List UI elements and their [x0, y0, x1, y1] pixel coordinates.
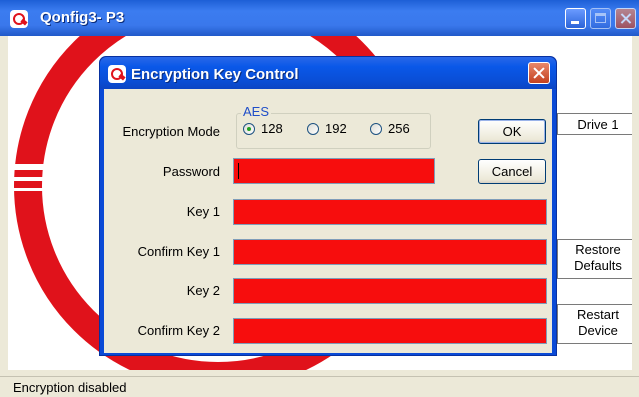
radio-selected-icon [243, 122, 255, 135]
password-label: Password [162, 164, 220, 179]
confirm-key1-label: Confirm Key 1 [137, 244, 220, 259]
main-window-title: Qonfig3- P3 [40, 9, 125, 26]
restart-label-line2: Device [578, 323, 618, 338]
main-close-icon[interactable] [615, 8, 636, 29]
key1-field[interactable] [233, 199, 547, 225]
restart-label-line1: Restart [577, 307, 619, 322]
key1-label: Key 1 [186, 204, 220, 219]
restore-label-line1: Restore [575, 242, 621, 257]
encryption-key-dialog: Encryption Key Control Encryption Mode A… [99, 56, 557, 356]
radio-192-label: 192 [325, 121, 347, 136]
confirm-key1-field[interactable] [233, 239, 547, 265]
radio-128[interactable]: 128 [243, 121, 283, 136]
dialog-title-bar[interactable]: Encryption Key Control [100, 57, 556, 89]
ok-button[interactable]: OK [478, 119, 546, 144]
restore-label-line2: Defaults [574, 258, 622, 273]
cancel-button[interactable]: Cancel [478, 159, 546, 184]
drive-button-label: Drive 1 [577, 117, 619, 132]
app-logo-icon [10, 10, 28, 28]
dialog-logo-icon [108, 65, 126, 83]
status-text: Encryption disabled [13, 380, 127, 395]
dialog-close-icon[interactable] [528, 62, 550, 84]
radio-128-label: 128 [261, 121, 283, 136]
dialog-title: Encryption Key Control [131, 66, 299, 83]
encryption-mode-label: Encryption Mode [122, 124, 220, 139]
restart-device-button[interactable]: Restart Device [557, 304, 632, 344]
confirm-key2-field[interactable] [233, 318, 547, 344]
key2-label: Key 2 [186, 283, 220, 298]
aes-group-title: AES [241, 104, 272, 119]
maximize-icon[interactable] [590, 8, 611, 29]
radio-256-label: 256 [388, 121, 410, 136]
main-title-bar[interactable]: Qonfig3- P3 [0, 0, 639, 36]
radio-256[interactable]: 256 [370, 121, 410, 136]
dialog-body: Encryption Mode AES 128 192 256 Password… [104, 89, 552, 353]
key2-field[interactable] [233, 278, 547, 304]
drive-button[interactable]: Drive 1 [557, 113, 632, 135]
radio-unselected-icon [370, 122, 382, 135]
restore-defaults-button[interactable]: Restore Defaults [557, 239, 632, 279]
confirm-key2-label: Confirm Key 2 [137, 323, 220, 338]
password-field[interactable] [233, 158, 435, 184]
radio-unselected-icon [307, 122, 319, 135]
minimize-icon[interactable] [565, 8, 586, 29]
text-caret [238, 163, 239, 179]
radio-192[interactable]: 192 [307, 121, 347, 136]
status-bar: Encryption disabled [0, 376, 639, 397]
